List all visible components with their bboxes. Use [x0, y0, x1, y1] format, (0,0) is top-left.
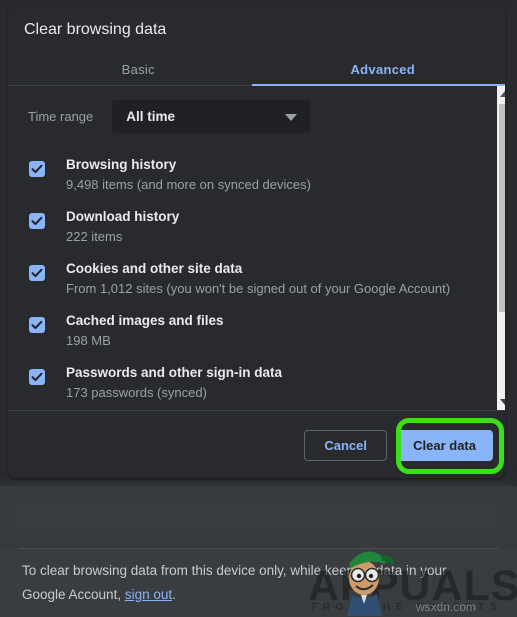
signout-help-text-part2: .	[172, 587, 176, 602]
checkbox-cookies-and-site-data[interactable]	[29, 265, 45, 281]
time-range-value: All time	[126, 109, 175, 124]
checkbox-download-history[interactable]	[29, 213, 45, 229]
checkbox-cached-images-and-files[interactable]	[29, 317, 45, 333]
dialog-tabs: Basic Advanced	[16, 52, 505, 86]
list-item-title: Cookies and other site data	[66, 258, 481, 278]
scrollbar-up-button[interactable]	[497, 86, 505, 102]
list-item-title: Cached images and files	[66, 310, 481, 330]
chevron-down-icon	[285, 114, 297, 121]
list-item-browsing-history[interactable]: Browsing history 9,498 items (and more o…	[8, 148, 505, 200]
cancel-button[interactable]: Cancel	[304, 430, 387, 461]
signout-help-text-part1: To clear browsing data from this device …	[22, 563, 446, 602]
time-range-row: Time range All time	[28, 100, 310, 133]
list-item-title: Download history	[66, 206, 481, 226]
list-item-download-history[interactable]: Download history 222 items	[8, 200, 505, 252]
triangle-down-icon	[500, 399, 505, 405]
list-item-title: Browsing history	[66, 154, 481, 174]
dialog-footer: Cancel Clear data	[8, 410, 505, 478]
clear-data-button[interactable]: Clear data	[396, 430, 493, 461]
list-item-cookies-and-site-data[interactable]: Cookies and other site data From 1,012 s…	[8, 252, 505, 304]
screenshot-root: To clear browsing data from this device …	[0, 0, 517, 617]
time-range-label: Time range	[28, 109, 93, 124]
list-item-subtitle: 222 items	[66, 226, 481, 246]
dialog-scrollbar[interactable]	[497, 86, 505, 410]
checkbox-passwords-and-signin-data[interactable]	[29, 369, 45, 385]
data-type-checklist: Browsing history 9,498 items (and more o…	[8, 148, 505, 410]
triangle-up-icon	[500, 91, 505, 97]
list-item-title: Passwords and other sign-in data	[66, 362, 481, 382]
clear-browsing-data-dialog: Clear browsing data Basic Advanced Time …	[8, 4, 505, 478]
list-item-cached-images-and-files[interactable]: Cached images and files 198 MB	[8, 304, 505, 356]
list-item-passwords-and-signin-data[interactable]: Passwords and other sign-in data 173 pas…	[8, 356, 505, 408]
list-item-subtitle: From 1,012 sites (you won't be signed ou…	[66, 278, 481, 298]
dialog-scroll-area[interactable]: Time range All time Browsing history 9,4…	[8, 86, 505, 410]
dialog-title: Clear browsing data	[24, 21, 166, 39]
scrollbar-thumb[interactable]	[499, 104, 505, 312]
list-item-subtitle: 9,498 items (and more on synced devices)	[66, 174, 481, 194]
checkbox-browsing-history[interactable]	[29, 161, 45, 177]
list-item-subtitle: 173 passwords (synced)	[66, 382, 481, 402]
sign-out-link[interactable]: sign out	[125, 587, 172, 602]
signout-help-text: To clear browsing data from this device …	[22, 559, 462, 607]
tab-advanced[interactable]: Advanced	[261, 52, 506, 86]
tab-basic[interactable]: Basic	[16, 52, 261, 86]
time-range-select[interactable]: All time	[112, 100, 310, 133]
list-item-subtitle: 198 MB	[66, 330, 481, 350]
background-account-row[interactable]	[0, 486, 517, 550]
scrollbar-down-button[interactable]	[497, 394, 505, 410]
